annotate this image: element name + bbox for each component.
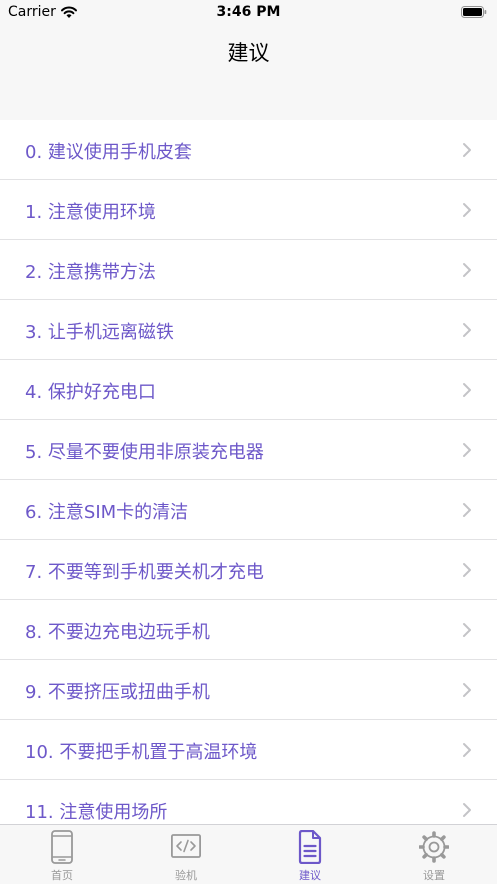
status-bar: Carrier 3:46 PM xyxy=(0,0,497,26)
chevron-right-icon xyxy=(463,383,471,397)
list-item-label: 4. 保护好充电口 xyxy=(25,382,156,403)
chevron-right-icon xyxy=(463,683,471,697)
list-item-label: 7. 不要等到手机要关机才充电 xyxy=(25,562,264,583)
navigation-bar: 建议 xyxy=(0,26,497,121)
list-item[interactable]: 4. 保护好充电口 xyxy=(0,360,497,420)
list-item-label: 2. 注意携带方法 xyxy=(25,262,156,283)
tab-bar: 首页 验机 建议 设置 xyxy=(0,824,497,884)
chevron-right-icon xyxy=(463,623,471,637)
list-item[interactable]: 0. 建议使用手机皮套 xyxy=(0,120,497,180)
list-item[interactable]: 9. 不要挤压或扭曲手机 xyxy=(0,660,497,720)
list-item-label: 6. 注意SIM卡的清洁 xyxy=(25,502,189,523)
phone-icon xyxy=(51,830,73,864)
chevron-right-icon xyxy=(463,203,471,217)
tab-settings[interactable]: 设置 xyxy=(372,825,496,884)
list-item[interactable]: 1. 注意使用环境 xyxy=(0,180,497,240)
list-item[interactable]: 10. 不要把手机置于高温环境 xyxy=(0,720,497,780)
battery-icon xyxy=(461,6,487,18)
list-item-label: 1. 注意使用环境 xyxy=(25,202,156,223)
list-item[interactable]: 7. 不要等到手机要关机才充电 xyxy=(0,540,497,600)
list-item-label: 5. 尽量不要使用非原装充电器 xyxy=(25,442,264,463)
tab-label: 验机 xyxy=(175,869,197,882)
list-item-label: 0. 建议使用手机皮套 xyxy=(25,142,192,163)
tab-label: 首页 xyxy=(51,869,73,882)
chevron-right-icon xyxy=(463,323,471,337)
chevron-right-icon xyxy=(463,443,471,457)
list-item-label: 10. 不要把手机置于高温环境 xyxy=(25,742,258,763)
document-icon xyxy=(298,830,322,864)
tab-label: 设置 xyxy=(423,869,445,882)
gear-icon xyxy=(419,831,449,863)
tab-advice[interactable]: 建议 xyxy=(248,825,372,884)
chevron-right-icon xyxy=(463,563,471,577)
list-item[interactable]: 8. 不要边充电边玩手机 xyxy=(0,600,497,660)
code-icon xyxy=(171,834,201,858)
chevron-right-icon xyxy=(463,263,471,277)
list-item[interactable]: 5. 尽量不要使用非原装充电器 xyxy=(0,420,497,480)
chevron-right-icon xyxy=(463,503,471,517)
list-item[interactable]: 2. 注意携带方法 xyxy=(0,240,497,300)
tab-check[interactable]: 验机 xyxy=(124,825,248,884)
list-item-label: 11. 注意使用场所 xyxy=(25,802,168,823)
list-item[interactable]: 6. 注意SIM卡的清洁 xyxy=(0,480,497,540)
chevron-right-icon xyxy=(463,803,471,817)
advice-list: 0. 建议使用手机皮套 1. 注意使用环境 2. 注意携带方法 3. 让手机远离… xyxy=(0,120,497,840)
list-item[interactable]: 3. 让手机远离磁铁 xyxy=(0,300,497,360)
list-item-label: 3. 让手机远离磁铁 xyxy=(25,322,174,343)
tab-label: 建议 xyxy=(299,869,321,882)
status-time: 3:46 PM xyxy=(216,4,281,20)
tab-home[interactable]: 首页 xyxy=(0,825,124,884)
page-title: 建议 xyxy=(227,41,270,65)
list-item-label: 8. 不要边充电边玩手机 xyxy=(25,622,210,643)
chevron-right-icon xyxy=(463,143,471,157)
chevron-right-icon xyxy=(463,743,471,757)
list-item-label: 9. 不要挤压或扭曲手机 xyxy=(25,682,210,703)
